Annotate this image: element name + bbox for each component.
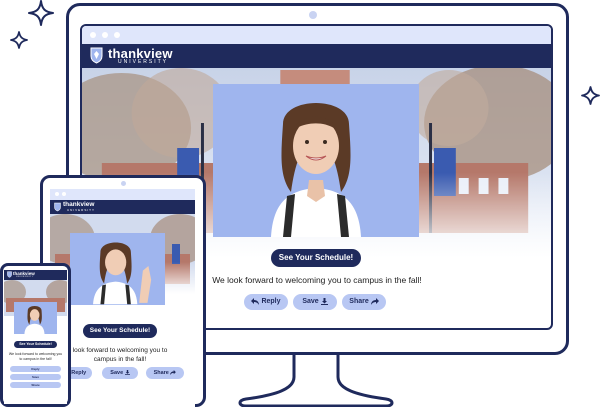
phone-brand-header: thankview UNIVERSITY	[4, 270, 67, 280]
download-icon	[320, 297, 328, 305]
save-label: Save	[31, 375, 39, 379]
tablet-screen: thankview UNIVERSITY See Your Schedule! …	[50, 189, 195, 409]
student-portrait	[14, 302, 57, 334]
sparkle-icon	[581, 86, 600, 105]
share-label: Share	[349, 298, 369, 305]
window-dot	[114, 32, 120, 38]
see-schedule-button[interactable]: See Your Schedule!	[14, 341, 57, 348]
window-dot	[90, 32, 96, 38]
share-button[interactable]: Share	[10, 382, 61, 388]
tablet-topbar	[50, 189, 195, 200]
monitor-stand	[238, 355, 394, 407]
share-arrow-icon	[170, 370, 177, 376]
video-player[interactable]	[213, 84, 419, 237]
save-label: Save	[110, 370, 124, 376]
brand-subtitle: UNIVERSITY	[16, 276, 35, 278]
welcome-message: look forward to welcoming you to campus …	[72, 347, 168, 363]
shield-logo-icon	[54, 202, 61, 212]
student-portrait	[213, 84, 419, 237]
window-titlebar	[82, 26, 551, 44]
share-button[interactable]: Share	[146, 367, 184, 379]
video-player[interactable]	[70, 233, 165, 305]
save-button[interactable]: Save	[293, 294, 337, 310]
save-label: Save	[302, 298, 319, 305]
share-arrow-icon	[370, 297, 379, 305]
sparkle-icon	[28, 0, 54, 26]
reply-button[interactable]: Reply	[10, 366, 61, 372]
sparkle-icon	[10, 31, 28, 49]
reply-label: Reply	[31, 367, 40, 371]
shield-logo-icon	[7, 271, 12, 278]
brand-header: thankview UNIVERSITY	[82, 44, 551, 68]
save-button[interactable]: Save	[102, 367, 138, 379]
brand-subtitle: UNIVERSITY	[118, 59, 169, 65]
window-dot	[102, 32, 108, 38]
student-portrait	[70, 233, 165, 305]
reply-label: Reply	[71, 370, 87, 376]
download-icon	[124, 370, 130, 376]
share-label: Share	[153, 370, 169, 376]
see-schedule-button[interactable]: See Your Schedule!	[271, 249, 361, 267]
reply-button[interactable]: Reply	[244, 294, 288, 310]
reply-label: Reply	[261, 298, 281, 305]
tablet-brand-header: thankview UNIVERSITY	[50, 200, 195, 214]
monitor-camera	[309, 11, 317, 19]
share-label: Share	[31, 383, 40, 387]
share-button[interactable]: Share	[342, 294, 386, 310]
window-dot	[55, 192, 59, 196]
see-schedule-button[interactable]: See Your Schedule!	[83, 324, 157, 338]
welcome-message: We look forward to welcoming you to camp…	[8, 352, 63, 361]
brand-name: thankview	[63, 201, 95, 208]
tablet-camera	[121, 181, 126, 186]
shield-logo-icon	[90, 47, 103, 64]
video-player[interactable]	[14, 302, 57, 334]
save-button[interactable]: Save	[10, 374, 61, 380]
phone-screen: thankview UNIVERSITY See Your Schedule! …	[4, 270, 67, 404]
window-dot	[62, 192, 66, 196]
brand-subtitle: UNIVERSITY	[67, 208, 96, 212]
reply-arrow-icon	[251, 297, 260, 305]
